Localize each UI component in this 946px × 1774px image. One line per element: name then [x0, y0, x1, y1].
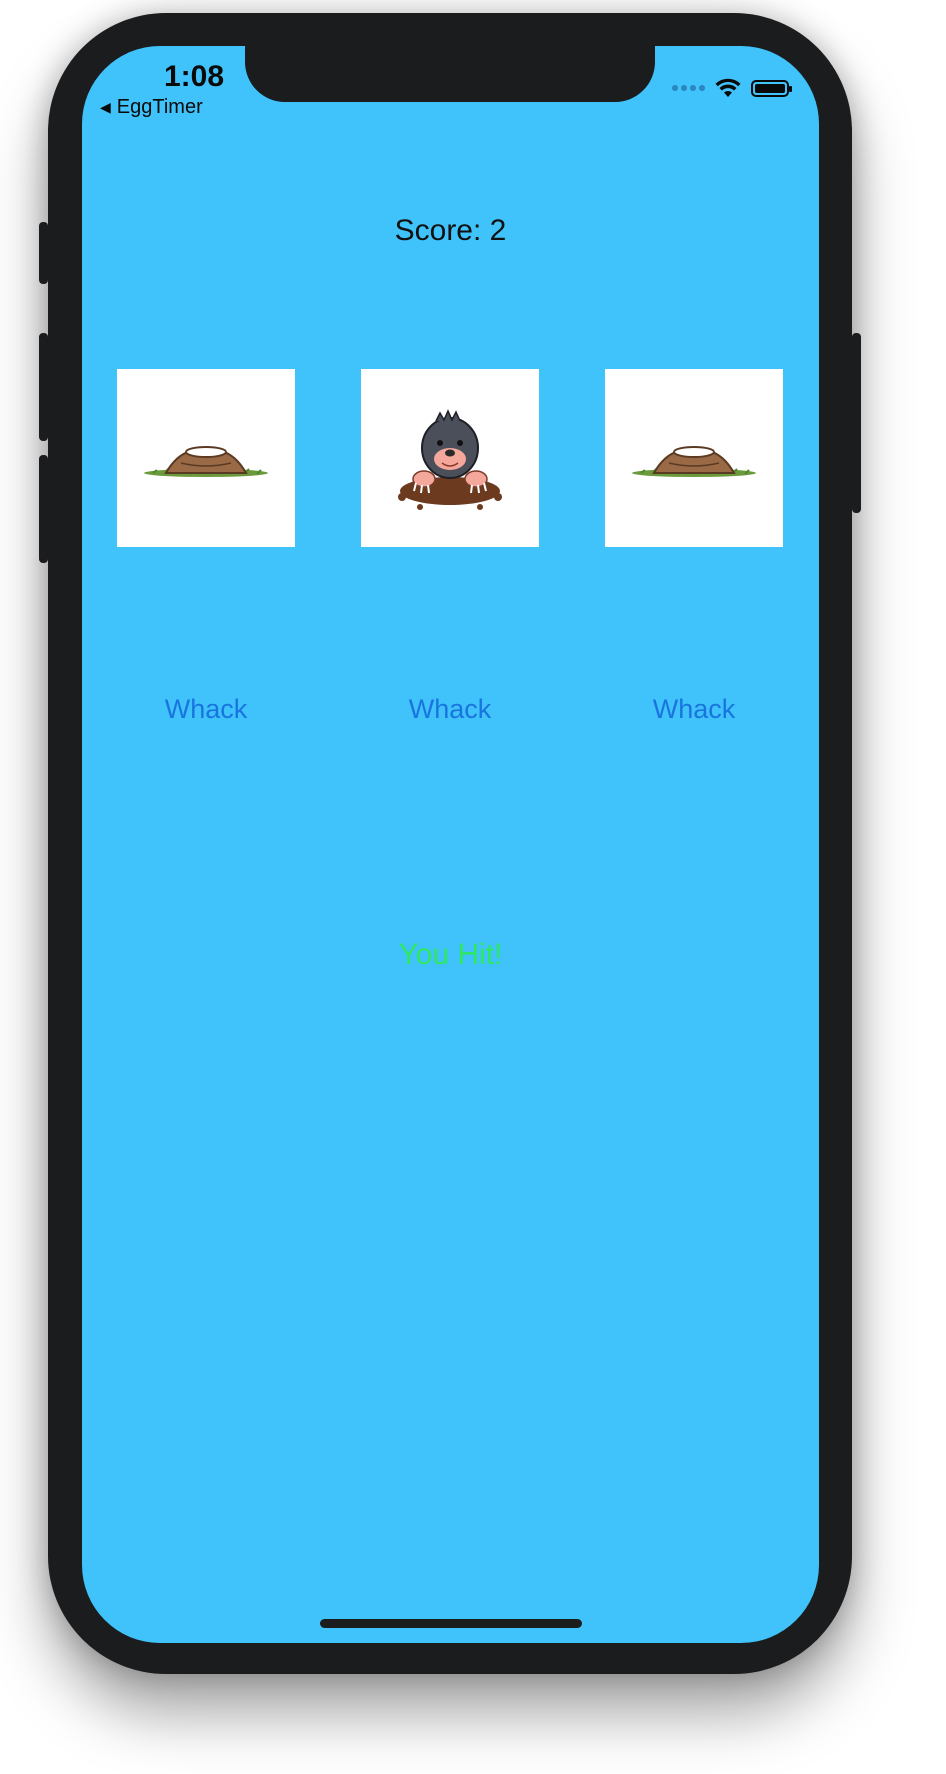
back-to-app-button[interactable]: ◀ EggTimer [100, 96, 203, 119]
whack-button-2[interactable]: Whack [361, 694, 539, 725]
whack-button-3[interactable]: Whack [605, 694, 783, 725]
wifi-icon [715, 78, 741, 97]
cellular-signal-icon [672, 85, 705, 91]
app-screen: 1:08 ◀ EggTimer Score: 2 Whack Whack Wha… [82, 46, 819, 1643]
volume-down-button [39, 455, 48, 563]
whack-button-1[interactable]: Whack [117, 694, 295, 725]
mole-hole-image-2 [361, 369, 539, 547]
volume-up-button [39, 333, 48, 441]
mole-icon [398, 409, 502, 510]
status-indicators [672, 78, 792, 98]
mole-hole-image-3 [605, 369, 783, 547]
status-time: 1:08 [163, 60, 225, 93]
home-indicator[interactable] [320, 1619, 582, 1628]
mole-hole-image-1 [117, 369, 295, 547]
power-button [852, 333, 861, 513]
dirt-mound-icon [632, 446, 756, 477]
back-arrow-icon: ◀ [100, 99, 111, 115]
score-label: Score: 2 [394, 214, 507, 247]
battery-icon [751, 79, 792, 97]
notch [245, 46, 655, 102]
result-label: You Hit! [398, 938, 503, 971]
silent-switch [39, 222, 48, 284]
dirt-mound-icon [144, 446, 268, 477]
back-app-label: EggTimer [116, 96, 203, 118]
